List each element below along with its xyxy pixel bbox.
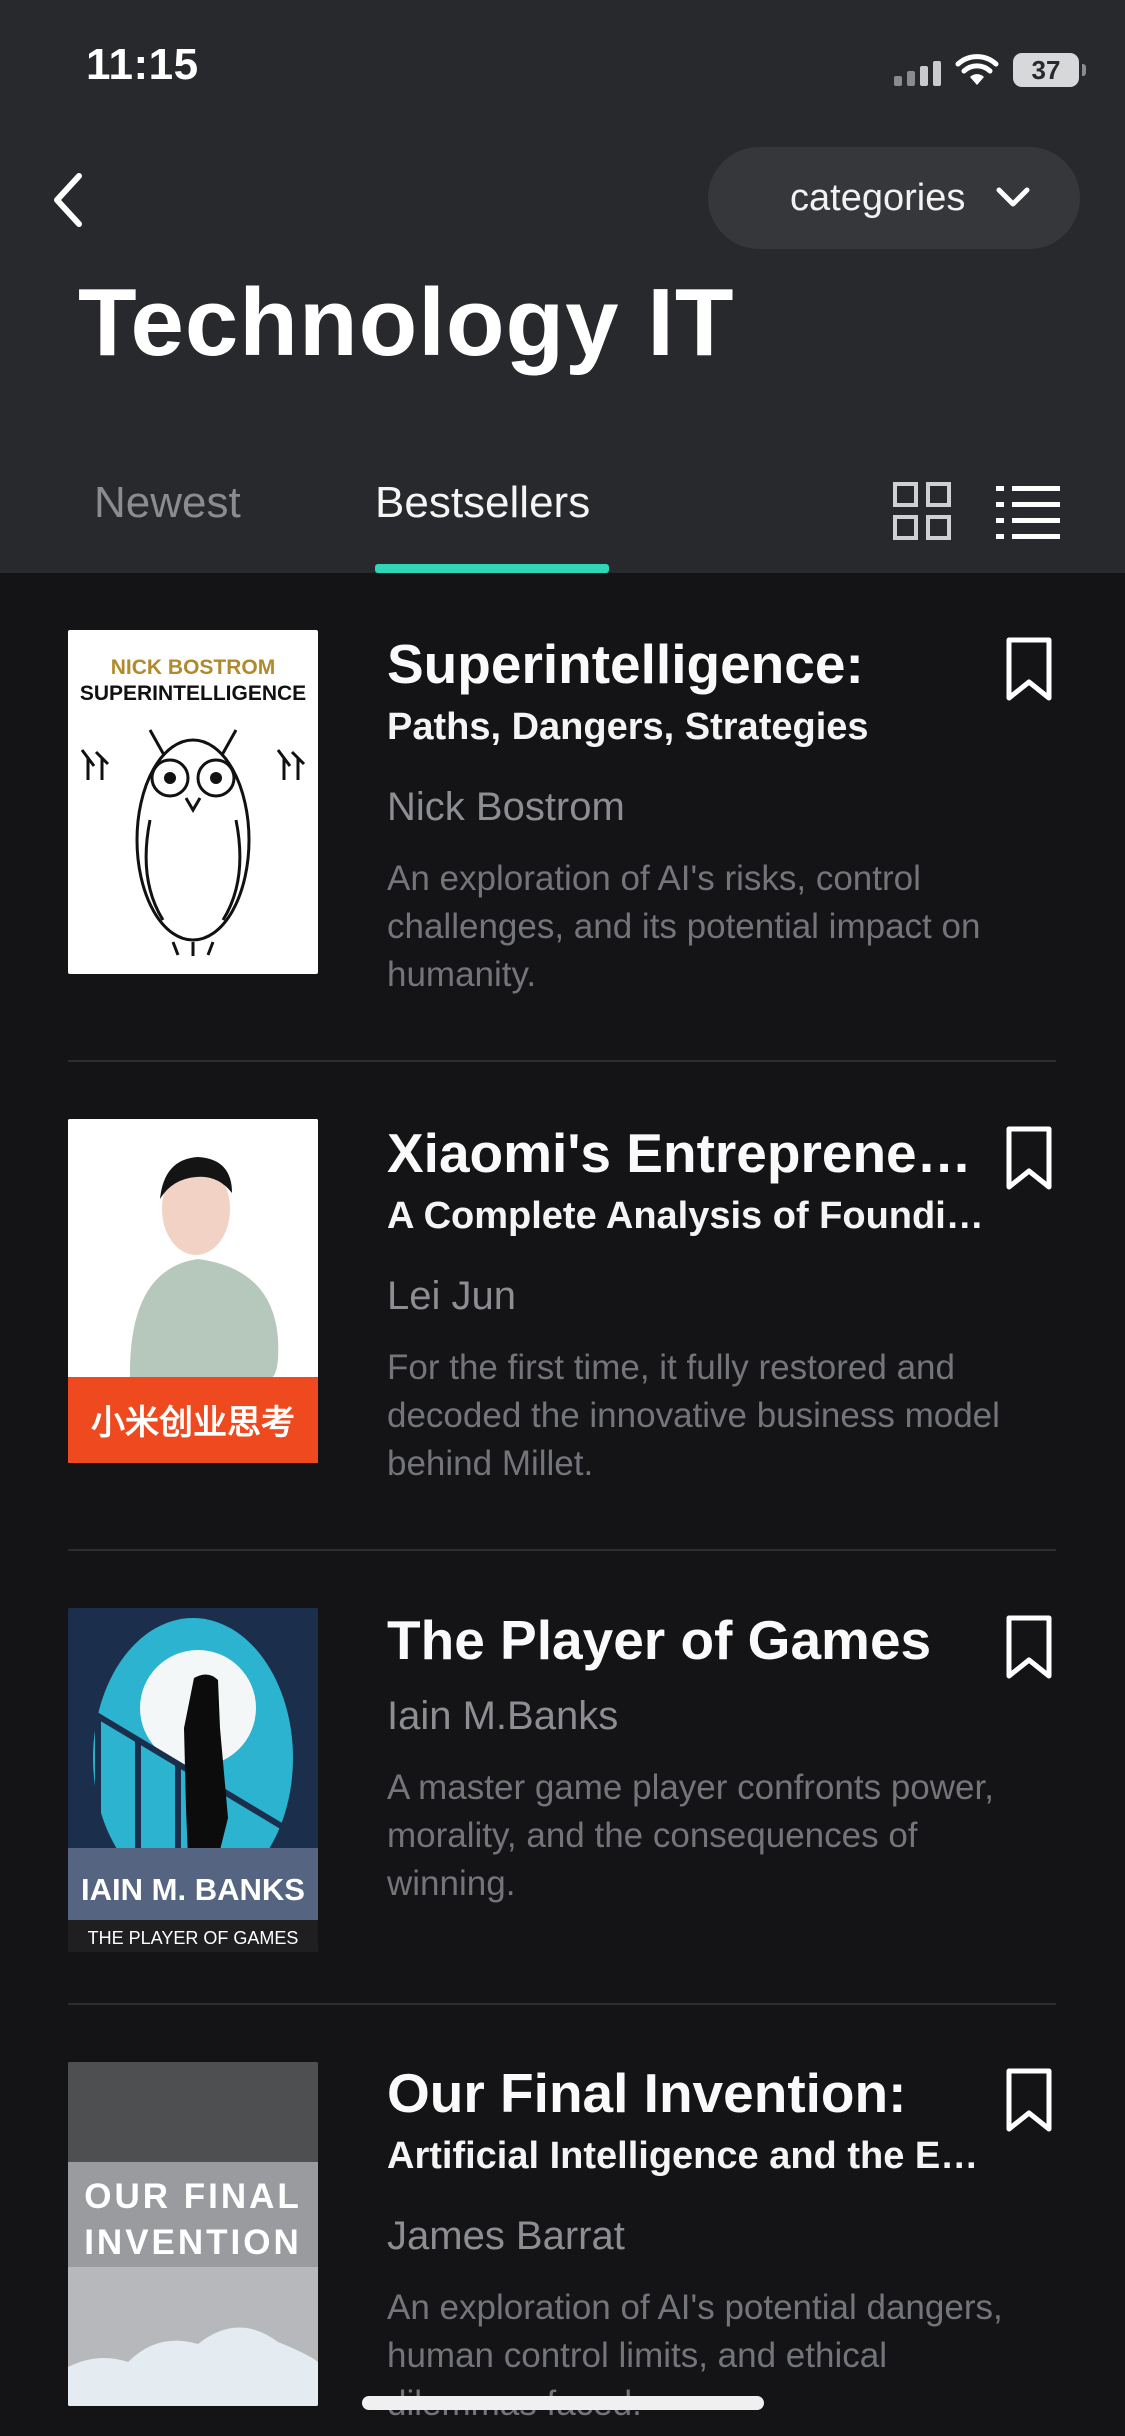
divider: [68, 1549, 1056, 1551]
book-title[interactable]: Superintelligence:: [387, 632, 987, 696]
list-icon: [996, 486, 1060, 539]
home-indicator[interactable]: [362, 2396, 764, 2410]
book-author: Lei Jun: [387, 1274, 516, 1318]
bookmark-button[interactable]: [1004, 1614, 1054, 1680]
tab-bestsellers[interactable]: Bestsellers: [375, 478, 590, 528]
chevron-down-icon: [996, 187, 1030, 207]
bookmark-button[interactable]: [1004, 1125, 1054, 1191]
categories-label: categories: [790, 176, 966, 219]
book-description: An exploration of AI's risks, control ch…: [387, 859, 981, 994]
book-cover[interactable]: NICK BOSTROM SUPERINTELLIGENCE: [68, 630, 318, 974]
book-title[interactable]: Our Final Invention:: [387, 2061, 987, 2125]
stairs-cover-art: IAIN M. BANKS THE PLAYER OF GAMES: [68, 1608, 318, 1952]
book-author: Nick Bostrom: [387, 785, 625, 829]
book-author: Iain M.Banks: [387, 1694, 619, 1738]
book-cover[interactable]: 小米创业思考: [68, 1119, 318, 1463]
book-title[interactable]: Xiaomi's Entrepreneurship: [387, 1121, 987, 1185]
cover-author-text: IAIN M. BANKS: [81, 1872, 305, 1907]
active-tab-indicator: [375, 564, 609, 573]
grid-view-button[interactable]: [892, 481, 952, 541]
status-icons: 37: [894, 50, 1086, 90]
book-author: James Barrat: [387, 2214, 625, 2258]
back-button[interactable]: [44, 168, 92, 232]
cover-title-text: THE PLAYER OF GAMES: [88, 1928, 299, 1948]
page-title: Technology IT: [78, 269, 735, 376]
cover-banner-text: 小米创业思考: [91, 1403, 295, 1443]
grid-icon: [893, 482, 951, 540]
book-subtitle: Paths, Dangers, Strategies: [387, 706, 869, 748]
face-cover-art: OUR FINAL INVENTION: [68, 2062, 318, 2406]
book-title[interactable]: The Player of Games: [387, 1608, 987, 1672]
book-description: A master game player confronts power, mo…: [387, 1768, 994, 1903]
bookmark-icon: [1006, 637, 1052, 701]
owl-cover-art: NICK BOSTROM SUPERINTELLIGENCE: [80, 656, 306, 956]
divider: [68, 2003, 1056, 2005]
bookmark-button[interactable]: [1004, 636, 1054, 702]
book-cover[interactable]: OUR FINAL INVENTION: [68, 2062, 318, 2406]
cover-title-text: SUPERINTELLIGENCE: [80, 682, 306, 705]
bookmark-button[interactable]: [1004, 2067, 1054, 2133]
battery-level: 37: [1031, 54, 1061, 85]
bookmark-icon: [1006, 1126, 1052, 1190]
divider: [68, 1060, 1056, 1062]
wifi-icon: [955, 54, 999, 85]
categories-dropdown[interactable]: categories: [708, 147, 1080, 249]
battery-icon: 37: [1013, 53, 1086, 87]
cover-title-line1: OUR FINAL: [84, 2177, 302, 2216]
cover-title-line2: INVENTION: [84, 2223, 302, 2262]
chevron-left-icon: [54, 173, 82, 227]
book-subtitle: A Complete Analysis of Founding: [387, 1195, 987, 1237]
cover-author-text: NICK BOSTROM: [111, 656, 276, 679]
book-cover[interactable]: IAIN M. BANKS THE PLAYER OF GAMES: [68, 1608, 318, 1952]
bookmark-icon: [1006, 2068, 1052, 2132]
cellular-signal-icon: [894, 54, 941, 86]
status-time: 11:15: [86, 40, 199, 89]
portrait-cover-art: 小米创业思考: [68, 1119, 318, 1463]
list-view-button[interactable]: [996, 483, 1060, 539]
bookmark-icon: [1006, 1615, 1052, 1679]
tab-newest[interactable]: Newest: [94, 478, 241, 528]
header: 11:15 37 categories Technology IT Newest…: [0, 0, 1125, 573]
book-description: For the first time, it fully restored an…: [387, 1348, 1000, 1483]
book-subtitle: Artificial Intelligence and the End of t…: [387, 2135, 987, 2177]
